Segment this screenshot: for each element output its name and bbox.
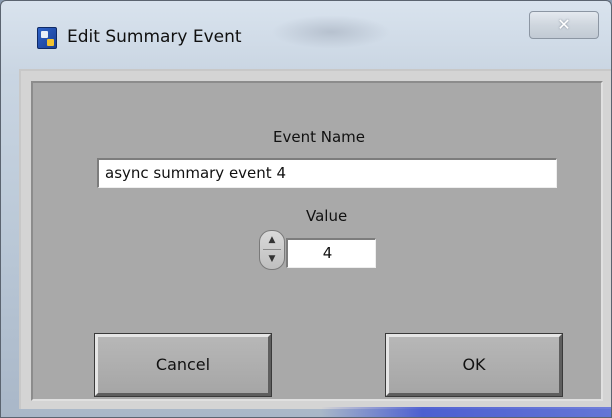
ok-button[interactable]: OK bbox=[385, 333, 563, 397]
decrement-icon[interactable]: ▼ bbox=[263, 251, 281, 268]
value-label: Value bbox=[306, 207, 348, 225]
dialog-window: Edit Summary Event ✕ Event Name async su… bbox=[0, 0, 612, 418]
event-name-label: Event Name bbox=[273, 128, 365, 146]
cancel-button[interactable]: Cancel bbox=[94, 333, 272, 397]
window-title: Edit Summary Event bbox=[67, 27, 242, 47]
titlebar[interactable]: Edit Summary Event ✕ bbox=[1, 1, 611, 67]
increment-icon[interactable]: ▲ bbox=[263, 232, 281, 249]
close-icon: ✕ bbox=[557, 15, 571, 34]
event-name-input[interactable]: async summary event 4 bbox=[97, 158, 557, 188]
close-button[interactable]: ✕ bbox=[529, 11, 599, 39]
app-icon bbox=[37, 27, 57, 49]
stepper-divider bbox=[263, 249, 281, 250]
value-input[interactable]: 4 bbox=[286, 238, 376, 268]
value-stepper[interactable]: ▲ ▼ bbox=[259, 230, 285, 270]
